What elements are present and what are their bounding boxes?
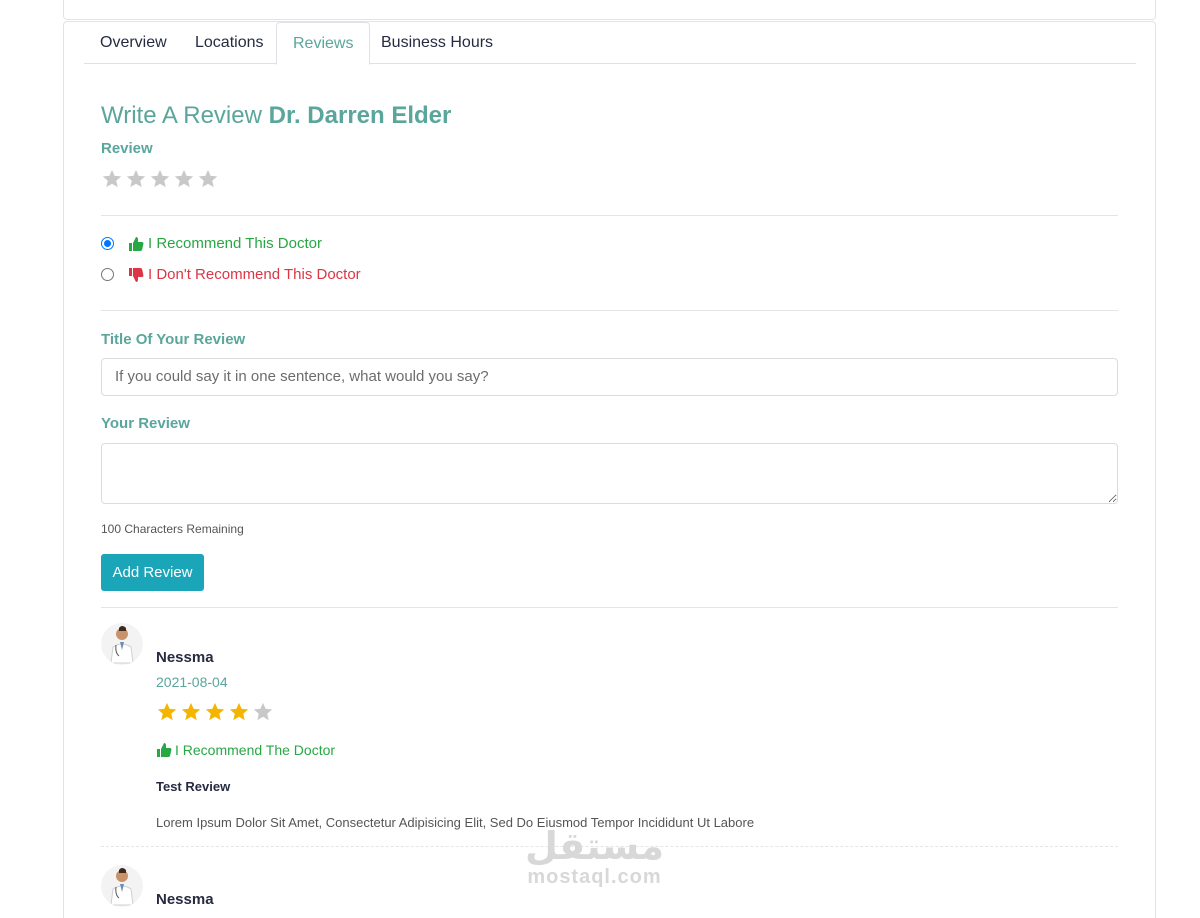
doctor-avatar-icon <box>101 865 143 907</box>
review-body-textarea[interactable] <box>101 443 1118 504</box>
star-icon <box>253 702 273 721</box>
avatar <box>101 865 143 907</box>
star-icon[interactable] <box>197 168 219 190</box>
tab-locations[interactable]: Locations <box>179 22 280 64</box>
reviewer-name: Nessma <box>156 891 214 908</box>
not-recommend-option[interactable]: I Don't Recommend This Doctor <box>101 266 361 283</box>
divider <box>101 607 1118 608</box>
recommend-text: I Recommend This Doctor <box>148 235 322 252</box>
divider <box>101 310 1118 311</box>
watermark-latin: mostaql.com <box>527 866 662 888</box>
avatar <box>101 623 143 665</box>
not-recommend-label[interactable]: I Don't Recommend This Doctor <box>128 266 361 283</box>
review-rating-label: Review <box>101 140 153 157</box>
star-icon <box>181 702 201 721</box>
doctor-name: Dr. Darren Elder <box>268 102 452 129</box>
profile-tabs: Overview Locations Reviews Business Hour… <box>84 22 1136 65</box>
characters-remaining: 100 Characters Remaining <box>101 522 244 536</box>
recommend-label[interactable]: I Recommend This Doctor <box>128 235 322 252</box>
tab-overview[interactable]: Overview <box>84 22 183 64</box>
review-rating <box>156 701 274 723</box>
recommend-radio[interactable] <box>101 237 114 250</box>
tab-reviews[interactable]: Reviews <box>276 22 371 65</box>
doctor-profile-card: Overview Locations Reviews Business Hour… <box>63 21 1156 918</box>
star-icon[interactable] <box>101 168 123 190</box>
watermark: مستقل mostaql.com <box>525 826 664 889</box>
star-icon <box>229 702 249 721</box>
write-review-heading: Write A Review Dr. Darren Elder <box>101 102 451 130</box>
your-review-label: Your Review <box>101 415 190 432</box>
add-review-button[interactable]: Add Review <box>101 554 204 591</box>
title-label: Title Of Your Review <box>101 331 246 348</box>
review-title: Test Review <box>156 779 231 794</box>
star-icon <box>205 702 225 721</box>
star-icon[interactable] <box>173 168 195 190</box>
doctor-avatar-icon <box>101 623 143 665</box>
rating-input[interactable] <box>101 168 219 190</box>
thumbs-down-icon <box>129 267 144 282</box>
review-recommendation: I Recommend The Doctor <box>156 742 335 758</box>
star-icon[interactable] <box>125 168 147 190</box>
thumbs-up-icon <box>129 236 144 251</box>
not-recommend-text: I Don't Recommend This Doctor <box>148 266 361 283</box>
review-title-input[interactable]: If you could say it in one sentence, wha… <box>101 358 1118 396</box>
recommend-option[interactable]: I Recommend This Doctor <box>101 235 322 252</box>
tab-business-hours[interactable]: Business Hours <box>365 22 509 64</box>
thumbs-up-icon <box>157 743 172 757</box>
divider <box>101 215 1118 216</box>
review-body: Lorem Ipsum Dolor Sit Amet, Consectetur … <box>156 815 755 830</box>
reviewer-name: Nessma <box>156 649 214 666</box>
star-icon[interactable] <box>149 168 171 190</box>
previous-card-edge <box>63 0 1156 20</box>
review-date: 2021-08-04 <box>156 674 228 690</box>
star-icon <box>157 702 177 721</box>
heading-prefix: Write A Review <box>101 102 262 129</box>
review-recommend-text: I Recommend The Doctor <box>175 742 336 758</box>
watermark-arabic: مستقل <box>525 824 664 868</box>
review-item: Nessma 2021-08-04 I Recommend The Doctor… <box>101 623 1118 830</box>
not-recommend-radio[interactable] <box>101 268 114 281</box>
